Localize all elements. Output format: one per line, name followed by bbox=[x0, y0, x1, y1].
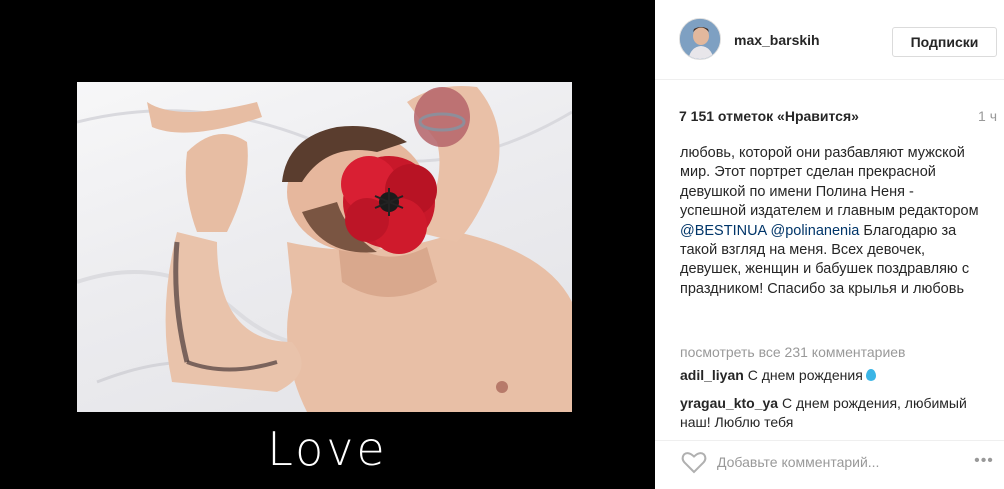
post-photo[interactable] bbox=[77, 82, 572, 412]
avatar[interactable] bbox=[679, 18, 721, 60]
comment-text: С днем рождения bbox=[747, 367, 863, 383]
mention-link-bestinua[interactable]: @BESTINUA bbox=[680, 223, 766, 239]
water-drop-icon bbox=[865, 369, 876, 381]
following-button[interactable]: Подписки bbox=[892, 27, 997, 57]
post-time[interactable]: 1 ч bbox=[978, 108, 997, 124]
image-caption-word: Love bbox=[267, 422, 388, 476]
comment-item: yragau_kto_ya С днем рождения, любимый н… bbox=[680, 394, 980, 432]
comment-username[interactable]: adil_liyan bbox=[680, 367, 744, 383]
comment-item: adil_liyan С днем рождения bbox=[680, 366, 980, 385]
heart-icon[interactable] bbox=[680, 448, 708, 476]
photo-illustration bbox=[77, 86, 572, 412]
username[interactable]: max_barskih bbox=[734, 32, 820, 48]
comment-username[interactable]: yragau_kto_ya bbox=[680, 395, 778, 411]
mention-link-polinanenia[interactable]: @polinanenia bbox=[770, 223, 859, 239]
post-media-panel: Love bbox=[0, 0, 655, 489]
caption-intro-text: любовь, которой они разбавляют мужской м… bbox=[680, 145, 979, 220]
likes-count[interactable]: 7 151 отметок «Нравится» bbox=[679, 108, 859, 124]
avatar-image bbox=[680, 19, 720, 59]
more-options-icon[interactable]: ••• bbox=[969, 447, 999, 475]
add-comment-row: ••• bbox=[655, 440, 1004, 489]
post-sidebar: max_barskih Подписки 7 151 отметок «Нрав… bbox=[655, 0, 1004, 489]
post-header: max_barskih Подписки bbox=[655, 0, 1004, 80]
view-all-comments-link[interactable]: посмотреть все 231 комментариев bbox=[680, 344, 906, 360]
post-caption: любовь, которой они разбавляют мужской м… bbox=[680, 144, 980, 299]
comments-area: любовь, которой они разбавляют мужской м… bbox=[655, 131, 1004, 440]
add-comment-input[interactable] bbox=[717, 448, 957, 476]
